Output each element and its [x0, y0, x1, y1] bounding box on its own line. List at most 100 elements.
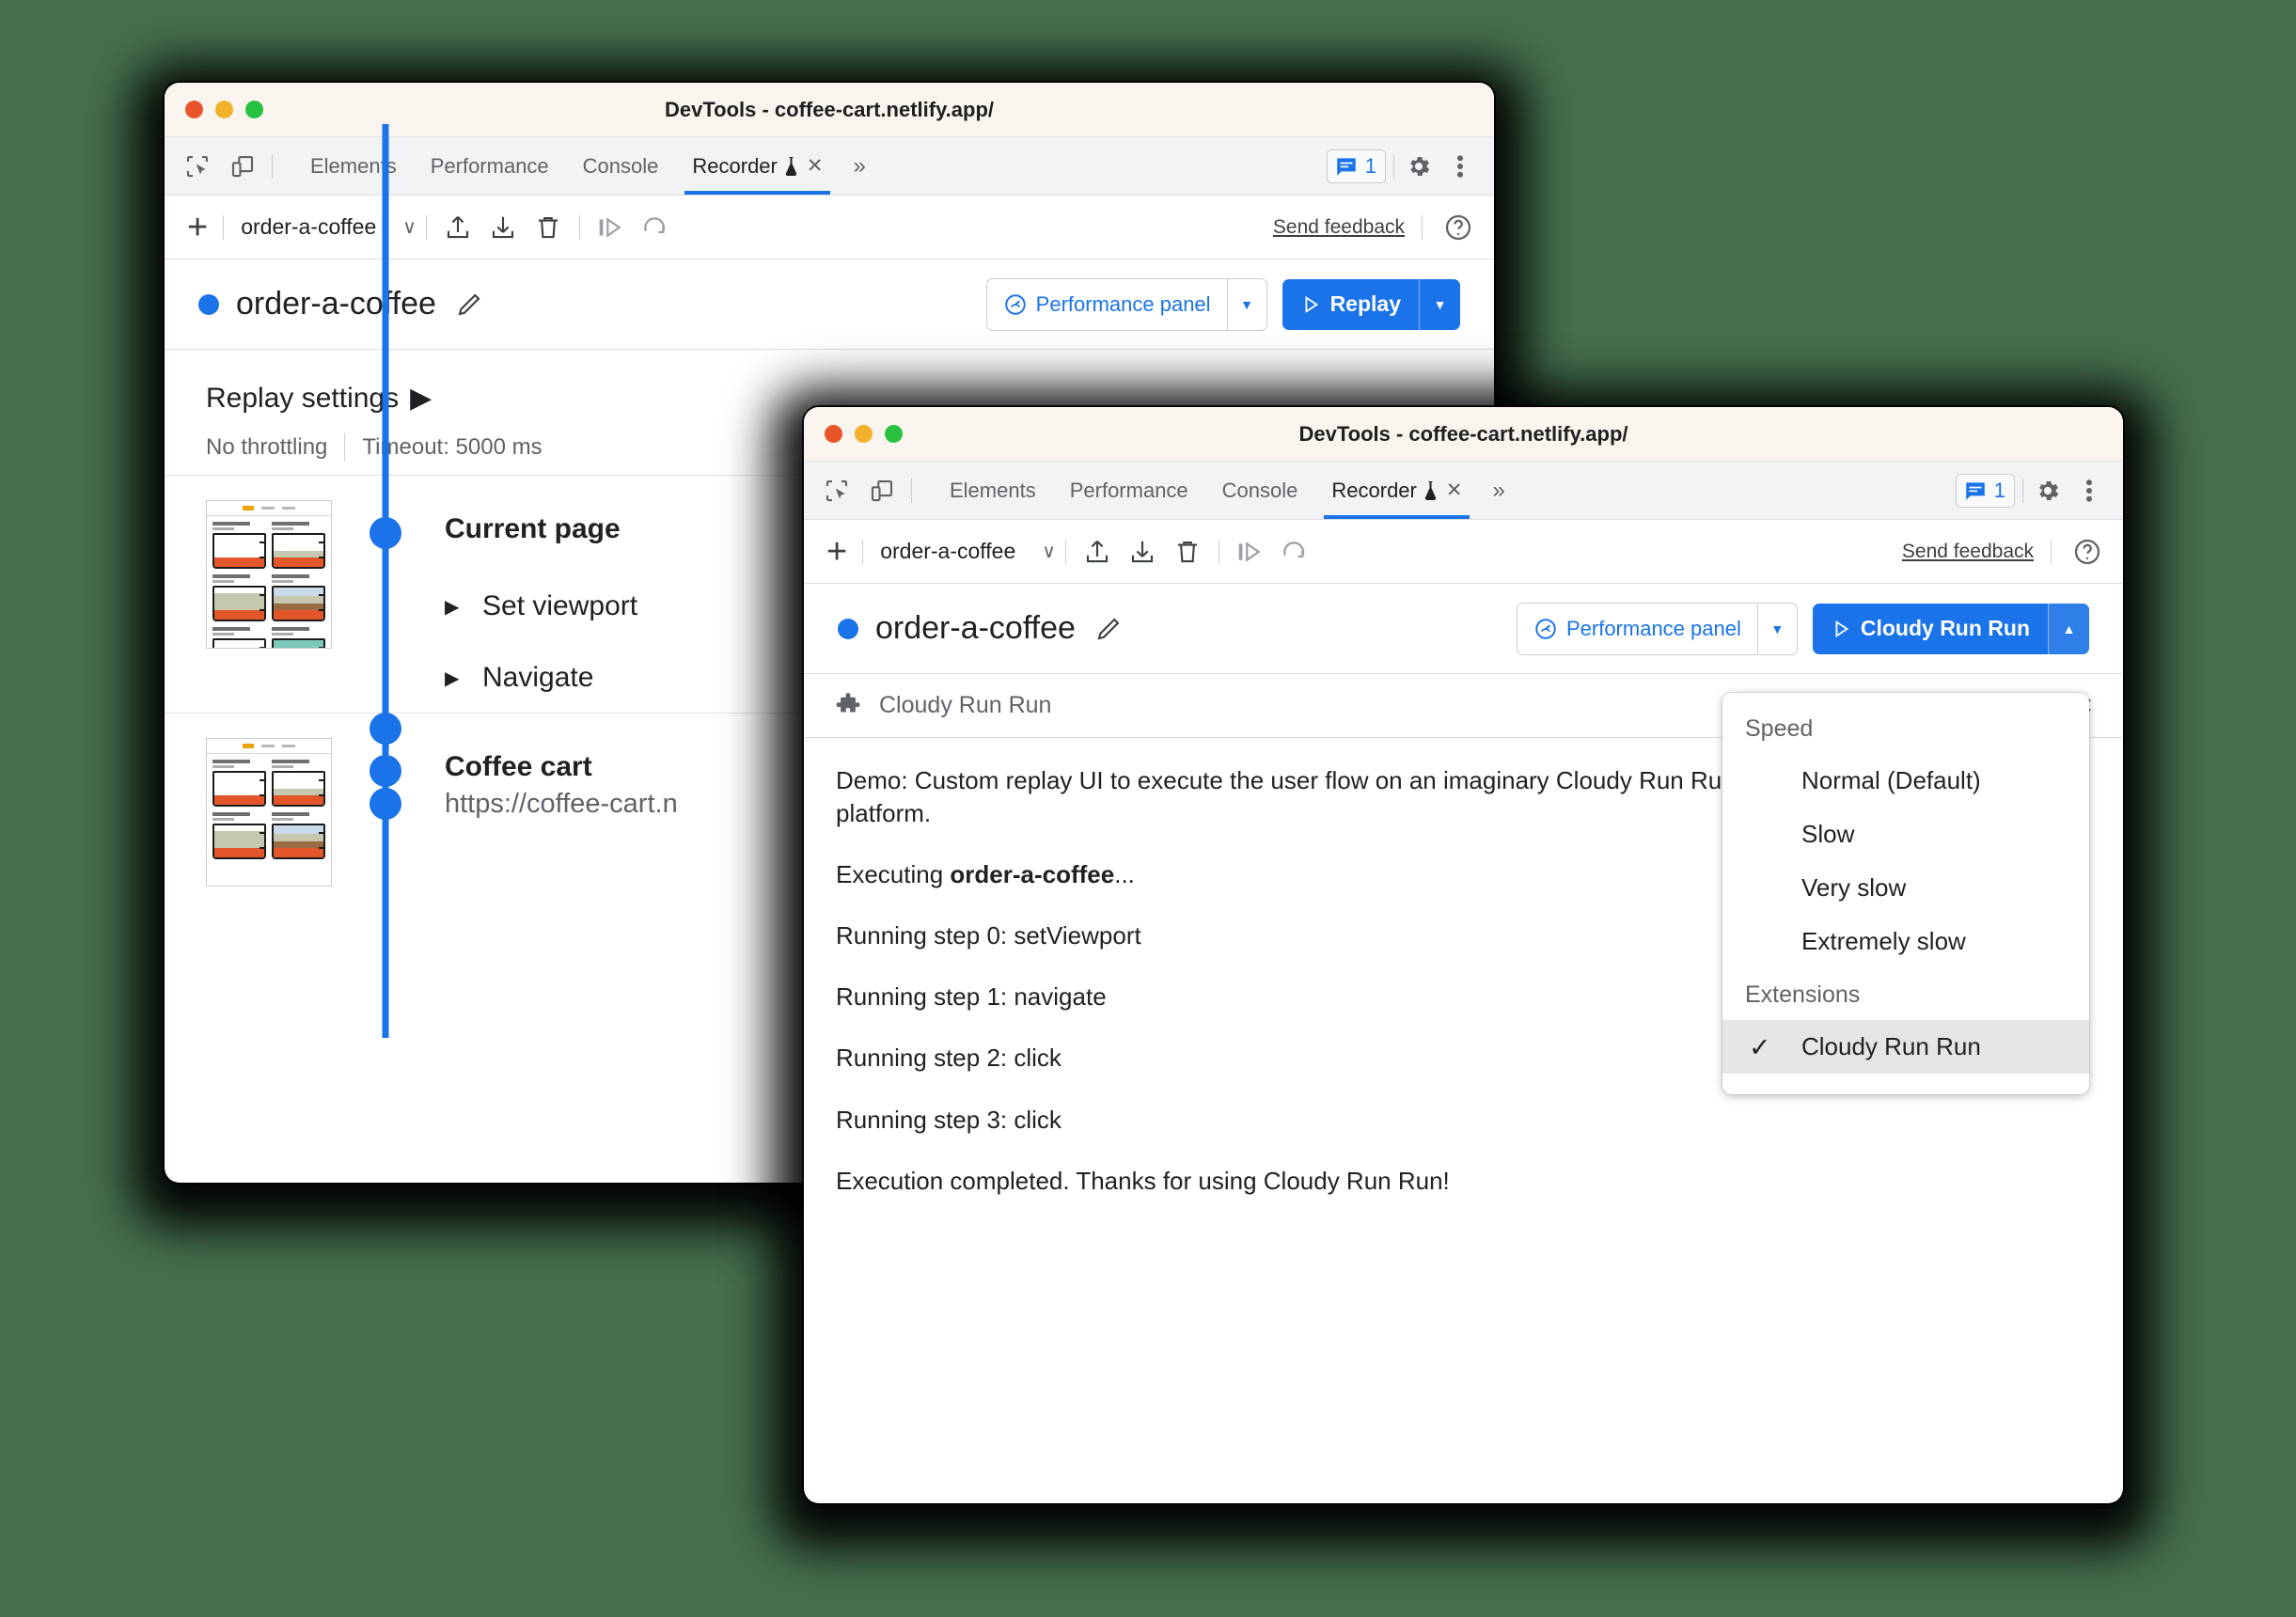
add-recording-icon[interactable]: + — [821, 534, 862, 570]
menu-item-extremely-slow[interactable]: Extremely slow — [1722, 915, 2089, 968]
gear-icon[interactable] — [2031, 474, 2065, 508]
chevron-down-icon[interactable]: ∨ — [1032, 540, 1065, 563]
more-options-icon[interactable] — [2072, 474, 2106, 508]
replay-split-button-back[interactable]: Replay ▼ — [1282, 278, 1460, 330]
help-icon[interactable] — [2068, 533, 2106, 571]
feedback-badge-back[interactable]: 1 — [1326, 149, 1386, 183]
tab-label: Recorder — [1331, 478, 1417, 502]
chevron-down-icon[interactable]: ∨ — [393, 215, 426, 239]
log-text: Demo: Custom replay UI to execute the us… — [836, 766, 1736, 828]
devtools-tabbar-back: Elements Performance Console Recorder ✕ … — [165, 137, 1494, 196]
edit-pencil-icon[interactable] — [453, 289, 485, 321]
panel-tabs-back[interactable]: Elements Performance Console Recorder ✕ … — [293, 137, 879, 195]
replay-button-back[interactable]: Replay — [1282, 279, 1419, 330]
export-recording-icon[interactable] — [1123, 532, 1162, 572]
tab-console[interactable]: Console — [1205, 462, 1315, 519]
timeline-node[interactable] — [370, 517, 401, 549]
delete-recording-icon[interactable] — [1168, 532, 1207, 572]
timeline-node[interactable] — [370, 755, 401, 787]
device-toolbar-icon[interactable] — [866, 475, 898, 507]
expand-triangle-icon[interactable]: ▶ — [410, 382, 432, 415]
toolbar-divider — [272, 153, 273, 179]
checkmark-icon: ✓ — [1749, 1032, 1771, 1061]
timeline-node[interactable] — [370, 713, 401, 745]
performance-panel-split-button-back[interactable]: Performance panel ▼ — [985, 277, 1267, 331]
replay-speed-menu[interactable]: Speed Normal (Default) Slow Very slow Ex… — [1722, 693, 2089, 1094]
panel-tabs-front[interactable]: Elements Performance Console Recorder ✕ … — [933, 462, 1518, 519]
traffic-lights-front[interactable] — [804, 425, 903, 443]
send-feedback-link[interactable]: Send feedback — [1273, 216, 1405, 239]
feedback-badge-front[interactable]: 1 — [1955, 473, 2015, 508]
gear-icon[interactable] — [1402, 149, 1436, 183]
help-icon[interactable] — [1439, 209, 1477, 246]
close-tab-icon[interactable]: ✕ — [1446, 479, 1463, 502]
tab-performance[interactable]: Performance — [1053, 462, 1205, 519]
more-tabs-icon[interactable]: » — [840, 153, 878, 180]
replay-split-button-front[interactable]: Cloudy Run Run ▲ — [1812, 603, 2089, 654]
tab-console[interactable]: Console — [566, 137, 676, 195]
menu-item-slow[interactable]: Slow — [1722, 808, 2089, 861]
import-recording-icon[interactable] — [1077, 532, 1117, 572]
export-recording-icon[interactable] — [483, 208, 523, 247]
step-over-icon[interactable] — [591, 208, 631, 247]
replay-again-icon[interactable] — [1276, 532, 1315, 572]
more-tabs-icon[interactable]: » — [1479, 478, 1518, 504]
puzzle-piece-icon — [834, 692, 862, 720]
log-text: Running step 3: click — [836, 1105, 1062, 1134]
expand-triangle-icon[interactable]: ▶ — [445, 595, 482, 619]
menu-item-cloudy-run-run[interactable]: ✓ Cloudy Run Run — [1722, 1020, 2089, 1074]
recording-selector-label[interactable]: order-a-coffee — [224, 214, 393, 240]
replay-dropdown-arrow-back[interactable]: ▼ — [1419, 278, 1460, 330]
more-options-icon[interactable] — [1443, 149, 1477, 183]
step-over-icon[interactable] — [1231, 532, 1270, 572]
menu-item-very-slow[interactable]: Very slow — [1722, 861, 2089, 915]
replay-dropdown-arrow-front[interactable]: ▲ — [2048, 603, 2089, 654]
tab-label: Performance — [1069, 478, 1188, 502]
chat-icon — [1337, 157, 1356, 176]
log-line: Running step 3: click — [836, 1104, 2091, 1137]
log-text: Running step 1: navigate — [836, 982, 1107, 1012]
expand-triangle-icon[interactable]: ▶ — [445, 667, 482, 690]
substep-label: Navigate — [482, 662, 594, 693]
tab-elements[interactable]: Elements — [293, 137, 414, 195]
minimize-window-button[interactable] — [855, 425, 873, 443]
import-recording-icon[interactable] — [438, 208, 478, 247]
performance-panel-dropdown-arrow[interactable]: ▼ — [1756, 603, 1797, 654]
tab-label: Recorder — [692, 153, 778, 178]
performance-panel-button-front[interactable]: Performance panel — [1518, 604, 1757, 654]
performance-panel-dropdown-arrow[interactable]: ▼ — [1226, 278, 1266, 330]
close-window-button[interactable] — [825, 425, 842, 443]
log-text: Running step 2: click — [836, 1044, 1062, 1073]
inspect-element-icon[interactable] — [821, 475, 853, 507]
close-window-button[interactable] — [185, 101, 203, 118]
tab-recorder[interactable]: Recorder ✕ — [675, 137, 840, 195]
add-recording-icon[interactable]: + — [181, 210, 223, 245]
traffic-lights-back[interactable] — [165, 101, 263, 118]
minimize-window-button[interactable] — [215, 101, 233, 118]
recorder-toolbar-front: + order-a-coffee ∨ Send feedback — [804, 520, 2123, 584]
tab-recorder[interactable]: Recorder ✕ — [1314, 462, 1479, 519]
send-feedback-link[interactable]: Send feedback — [1902, 541, 2034, 563]
recording-selector-label[interactable]: order-a-coffee — [863, 539, 1032, 564]
performance-panel-button-back[interactable]: Performance panel — [987, 279, 1227, 330]
cloudy-run-run-button[interactable]: Cloudy Run Run — [1813, 604, 2048, 654]
screenshot-canvas: DevTools - coffee-cart.netlify.app/ Elem… — [0, 0, 2296, 1617]
delete-recording-icon[interactable] — [528, 208, 568, 247]
maximize-window-button[interactable] — [245, 101, 263, 118]
maximize-window-button[interactable] — [885, 425, 903, 443]
recorder-toolbar-back: + order-a-coffee ∨ Send feedback — [165, 196, 1494, 259]
device-toolbar-icon[interactable] — [227, 150, 259, 182]
experiment-flask-icon — [783, 155, 799, 178]
close-tab-icon[interactable]: ✕ — [807, 154, 824, 178]
timeline-node[interactable] — [370, 788, 401, 820]
tab-elements[interactable]: Elements — [933, 462, 1053, 519]
inspect-element-icon[interactable] — [181, 150, 213, 182]
chat-icon — [1966, 481, 1985, 500]
menu-item-normal-default[interactable]: Normal (Default) — [1722, 754, 2089, 808]
tab-label: Console — [1221, 478, 1298, 502]
feedback-count: 1 — [1364, 153, 1376, 178]
performance-panel-split-button-front[interactable]: Performance panel ▼ — [1516, 602, 1798, 655]
replay-again-icon[interactable] — [637, 208, 676, 247]
tab-performance[interactable]: Performance — [414, 137, 566, 195]
edit-pencil-icon[interactable] — [1093, 613, 1124, 645]
